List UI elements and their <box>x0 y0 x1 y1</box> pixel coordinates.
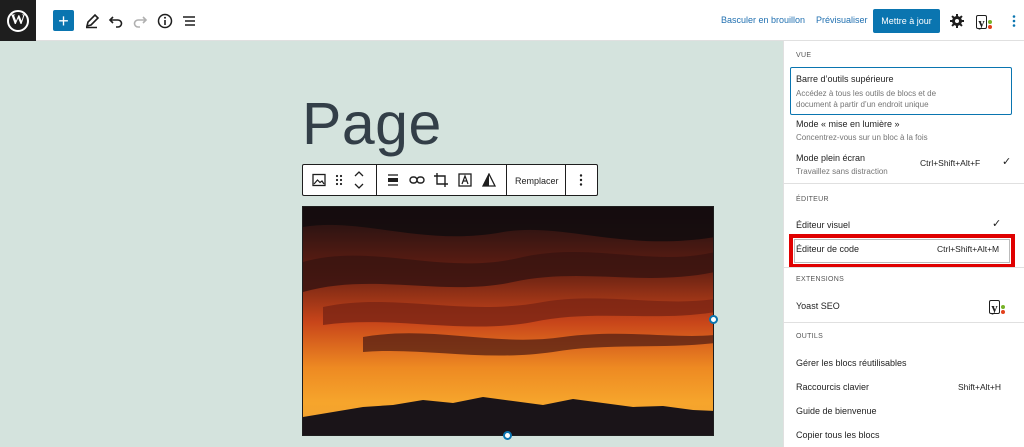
drag-icon <box>335 174 343 186</box>
sunset-image <box>303 207 713 435</box>
insert-link-button[interactable] <box>407 170 427 190</box>
options-menu-button[interactable] <box>1003 10 1024 32</box>
keyboard-shortcuts-key: Shift+Alt+H <box>958 382 1001 392</box>
drag-handle[interactable] <box>329 170 349 190</box>
section-heading-extensions: EXTENSIONS <box>796 276 845 283</box>
keyboard-shortcuts-option[interactable]: Raccourcis clavier <box>796 382 869 392</box>
list-view-button[interactable] <box>178 10 200 32</box>
update-button[interactable]: Mettre à jour <box>873 9 940 33</box>
link-icon <box>409 176 425 184</box>
welcome-guide-option[interactable]: Guide de bienvenue <box>796 406 877 416</box>
page-title[interactable]: Page <box>302 95 442 154</box>
fullscreen-shortcut: Ctrl+Shift+Alt+F <box>920 158 981 168</box>
details-button[interactable] <box>154 10 176 32</box>
text-over-image-button[interactable] <box>455 170 475 190</box>
settings-button[interactable] <box>946 10 968 32</box>
preview-button[interactable]: Prévisualiser <box>816 15 868 25</box>
redo-button[interactable] <box>129 10 151 32</box>
tools-button[interactable] <box>81 10 103 32</box>
yoast-seo-option[interactable]: Yoast SEO <box>796 301 840 311</box>
undo-button[interactable] <box>105 10 127 32</box>
list-view-icon <box>183 16 195 26</box>
yoast-icon: y <box>989 298 1007 314</box>
top-toolbar-label: Barre d’outils supérieure <box>796 74 894 84</box>
chevron-up-down-icon <box>354 171 364 189</box>
yoast-icon: y <box>976 15 987 29</box>
more-vertical-icon <box>1012 15 1016 27</box>
info-icon <box>157 13 173 29</box>
replace-button[interactable]: Remplacer <box>515 176 559 186</box>
spotlight-mode-desc: Concentrez-vous sur un bloc à la fois <box>796 133 928 142</box>
section-heading-view: VUE <box>796 52 812 59</box>
plus-icon: + <box>58 10 69 31</box>
crop-button[interactable] <box>431 170 451 190</box>
highlight-annotation <box>789 234 1015 268</box>
options-menu-dropdown: VUE Barre d’outils supérieure Accédez à … <box>783 41 1024 447</box>
redo-icon <box>133 16 148 28</box>
top-toolbar-desc-1: Accédez à tous les outils de blocs et de <box>796 89 937 98</box>
move-up-down-button[interactable] <box>349 170 369 190</box>
crop-icon <box>434 173 448 187</box>
fullscreen-mode-option[interactable]: Mode plein écran <box>796 153 865 163</box>
top-toolbar-desc-2: document à partir d’un endroit unique <box>796 100 929 109</box>
wordpress-icon: W <box>7 9 29 32</box>
copy-all-blocks-option[interactable]: Copier tous les blocs <box>796 430 880 440</box>
fullscreen-mode-desc: Travaillez sans distraction <box>796 167 888 176</box>
spotlight-mode-option[interactable]: Mode « mise en lumière » <box>796 119 900 129</box>
duotone-filter-button[interactable] <box>479 170 499 190</box>
section-heading-tools: OUTILS <box>796 333 824 340</box>
add-block-button[interactable]: + <box>53 10 74 31</box>
text-overlay-icon <box>458 173 472 187</box>
section-heading-editor: ÉDITEUR <box>796 196 829 203</box>
gear-icon <box>950 14 964 28</box>
resize-handle-bottom[interactable] <box>503 431 512 440</box>
resize-handle-right[interactable] <box>709 315 718 324</box>
undo-icon <box>108 16 123 28</box>
wordpress-logo-button[interactable]: W <box>0 0 36 41</box>
align-button[interactable] <box>383 170 403 190</box>
more-vertical-icon <box>579 174 583 186</box>
align-icon <box>388 174 398 186</box>
pencil-icon <box>85 13 100 29</box>
image-icon <box>312 173 326 187</box>
visual-editor-option[interactable]: Éditeur visuel <box>796 220 850 230</box>
editor-header: W + Basculer en brouillon Prévisualiser … <box>0 0 1024 41</box>
manage-reusable-blocks-option[interactable]: Gérer les blocs réutilisables <box>796 358 907 368</box>
more-options-button[interactable] <box>571 170 591 190</box>
image-block[interactable] <box>302 206 714 436</box>
switch-to-draft-button[interactable]: Basculer en brouillon <box>721 15 805 25</box>
check-icon: ✓ <box>1002 156 1012 168</box>
check-icon: ✓ <box>992 218 1002 230</box>
image-block-type-button[interactable] <box>309 170 329 190</box>
duotone-icon <box>482 173 496 187</box>
yoast-toolbar-button[interactable]: y <box>976 13 994 29</box>
